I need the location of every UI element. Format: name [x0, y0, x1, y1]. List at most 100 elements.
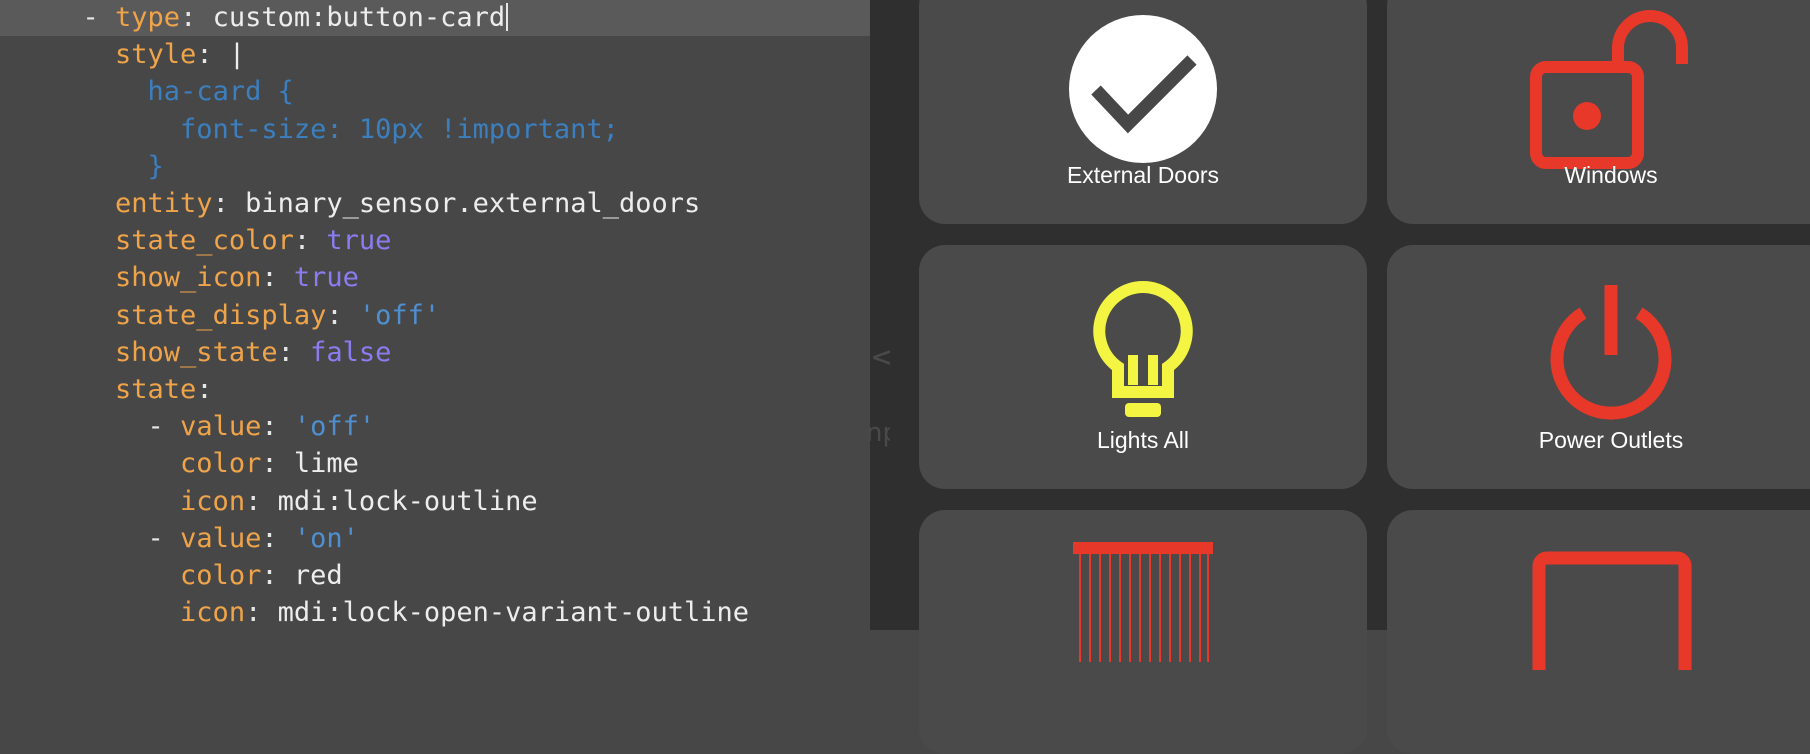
code-line[interactable]: color: red: [50, 557, 343, 594]
background-page-strip: < np: [866, 0, 899, 630]
list-dash: -: [147, 522, 181, 554]
window-outline-icon: [1532, 551, 1692, 670]
card-label: Power Outlets: [1538, 427, 1684, 453]
yaml-key: state_color: [115, 225, 294, 257]
yaml-colon: :: [261, 522, 294, 554]
css-text: font-size: 10px !important;: [180, 113, 619, 145]
yaml-colon: :: [261, 411, 294, 443]
yaml-key: state_display: [115, 299, 327, 331]
yaml-value: 'off': [293, 411, 376, 443]
text-caret: [506, 3, 509, 31]
code-line[interactable]: font-size: 10px !important;: [50, 111, 619, 148]
code-line[interactable]: color: lime: [50, 445, 359, 482]
yaml-colon: :: [245, 597, 278, 629]
yaml-value: true: [293, 262, 359, 294]
button-card-external-doors[interactable]: External Doors: [919, 0, 1367, 224]
yaml-value: lime: [293, 448, 359, 480]
yaml-key: icon: [180, 485, 246, 517]
check-circle-icon: [1069, 15, 1217, 163]
card-preview-panel: External Doors Windows Lights All Power …: [890, 0, 1810, 754]
yaml-value: binary_sensor.external_doors: [245, 188, 701, 219]
yaml-key: style: [115, 39, 197, 71]
yaml-key: show_state: [115, 336, 278, 368]
code-line[interactable]: - value: 'on': [50, 520, 359, 557]
yaml-key: state: [115, 374, 197, 405]
lock-open-variant-outline-icon: [1530, 10, 1688, 169]
code-line[interactable]: ha-card {: [50, 73, 294, 110]
yaml-colon: :: [261, 448, 294, 480]
list-dash: -: [82, 2, 116, 33]
yaml-key: color: [180, 560, 262, 591]
yaml-colon: :: [277, 336, 311, 368]
yaml-colon: :: [196, 39, 229, 71]
code-line[interactable]: entity: binary_sensor.external_doors: [50, 185, 700, 222]
yaml-key: entity: [115, 188, 213, 219]
yaml-colon: :: [326, 299, 359, 331]
yaml-colon: :: [261, 262, 294, 294]
css-text: }: [147, 150, 164, 182]
yaml-editor[interactable]: - type: custom:button-card style: | ha-c…: [0, 0, 870, 630]
yaml-key: icon: [180, 597, 246, 629]
button-card-blinds[interactable]: [919, 510, 1367, 754]
yaml-colon: :: [261, 560, 294, 591]
code-line[interactable]: - type: custom:button-card: [50, 0, 509, 36]
code-line[interactable]: show_icon: true: [50, 259, 359, 296]
button-card-power-outlets[interactable]: Power Outlets: [1387, 245, 1810, 489]
yaml-value: custom:button-card: [212, 2, 506, 33]
code-line[interactable]: style: |: [50, 36, 245, 73]
code-line[interactable]: state:: [50, 371, 229, 408]
blinds-icon: [1073, 542, 1213, 662]
yaml-value: true: [326, 225, 392, 257]
button-card-lights-all[interactable]: Lights All: [919, 245, 1367, 489]
yaml-colon: :: [212, 188, 246, 219]
yaml-colon: :: [196, 374, 229, 405]
code-line[interactable]: }: [50, 148, 164, 185]
code-line[interactable]: - value: 'off': [50, 408, 376, 445]
yaml-value: mdi:lock-outline: [277, 485, 538, 517]
yaml-colon: :: [245, 485, 278, 517]
card-label: Windows: [1564, 162, 1658, 188]
css-text: ha-card {: [147, 76, 294, 108]
code-line[interactable]: state_color: true: [50, 222, 391, 259]
yaml-colon: :: [180, 2, 213, 33]
yaml-value: red: [293, 560, 343, 591]
yaml-key: show_icon: [115, 262, 262, 294]
code-line[interactable]: icon: mdi:lock-open-variant-outline: [50, 594, 749, 630]
yaml-value: 'off': [358, 299, 441, 331]
code-line[interactable]: state_display: 'off': [50, 297, 440, 334]
yaml-value: |: [228, 39, 246, 71]
yaml-key: value: [180, 411, 262, 443]
yaml-value: 'on': [293, 522, 359, 554]
yaml-colon: :: [293, 225, 327, 257]
power-icon: [1550, 285, 1672, 420]
button-card-windows[interactable]: Windows: [1387, 0, 1810, 224]
yaml-key: type: [115, 2, 181, 33]
lightbulb-outline-icon: [1093, 280, 1193, 417]
yaml-value: mdi:lock-open-variant-outline: [277, 597, 749, 629]
card-label: Lights All: [1096, 427, 1190, 453]
yaml-key: color: [180, 448, 262, 480]
yaml-key: value: [180, 522, 262, 554]
code-line[interactable]: icon: mdi:lock-outline: [50, 483, 538, 520]
button-card-window[interactable]: [1387, 510, 1810, 754]
code-line[interactable]: show_state: false: [50, 334, 391, 371]
card-label: External Doors: [1066, 162, 1220, 188]
list-dash: -: [147, 411, 181, 443]
